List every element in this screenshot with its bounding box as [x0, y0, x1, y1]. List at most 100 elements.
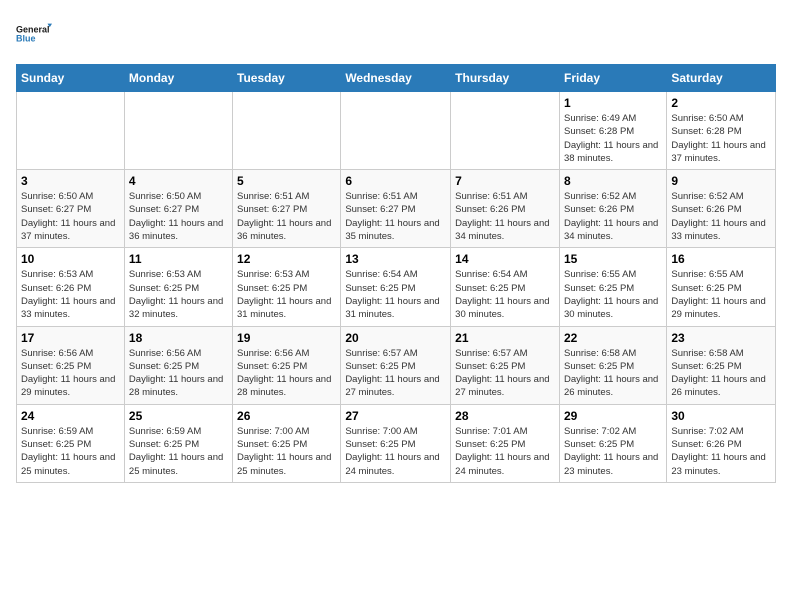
- day-info: Sunrise: 6:57 AM Sunset: 6:25 PM Dayligh…: [455, 347, 555, 400]
- col-header-tuesday: Tuesday: [233, 65, 341, 92]
- day-number: 1: [564, 96, 662, 110]
- col-header-saturday: Saturday: [667, 65, 776, 92]
- day-number: 7: [455, 174, 555, 188]
- day-number: 30: [671, 409, 771, 423]
- day-cell: 18 Sunrise: 6:56 AM Sunset: 6:25 PM Dayli…: [124, 326, 232, 404]
- day-cell: 11 Sunrise: 6:53 AM Sunset: 6:25 PM Dayli…: [124, 248, 232, 326]
- day-cell: 3 Sunrise: 6:50 AM Sunset: 6:27 PM Daylig…: [17, 170, 125, 248]
- day-cell: 14 Sunrise: 6:54 AM Sunset: 6:25 PM Dayli…: [451, 248, 560, 326]
- day-cell: 25 Sunrise: 6:59 AM Sunset: 6:25 PM Dayli…: [124, 404, 232, 482]
- col-header-friday: Friday: [559, 65, 666, 92]
- day-cell: 7 Sunrise: 6:51 AM Sunset: 6:26 PM Daylig…: [451, 170, 560, 248]
- day-cell: 17 Sunrise: 6:56 AM Sunset: 6:25 PM Dayli…: [17, 326, 125, 404]
- day-number: 29: [564, 409, 662, 423]
- day-number: 17: [21, 331, 120, 345]
- day-info: Sunrise: 6:52 AM Sunset: 6:26 PM Dayligh…: [564, 190, 662, 243]
- day-number: 21: [455, 331, 555, 345]
- calendar-table: SundayMondayTuesdayWednesdayThursdayFrid…: [16, 64, 776, 483]
- header-area: General Blue: [16, 16, 776, 52]
- day-number: 24: [21, 409, 120, 423]
- day-info: Sunrise: 6:51 AM Sunset: 6:26 PM Dayligh…: [455, 190, 555, 243]
- day-cell: 10 Sunrise: 6:53 AM Sunset: 6:26 PM Dayli…: [17, 248, 125, 326]
- day-number: 12: [237, 252, 336, 266]
- day-cell: 26 Sunrise: 7:00 AM Sunset: 6:25 PM Dayli…: [233, 404, 341, 482]
- col-header-wednesday: Wednesday: [341, 65, 451, 92]
- day-info: Sunrise: 7:01 AM Sunset: 6:25 PM Dayligh…: [455, 425, 555, 478]
- day-cell: 24 Sunrise: 6:59 AM Sunset: 6:25 PM Dayli…: [17, 404, 125, 482]
- day-cell: 12 Sunrise: 6:53 AM Sunset: 6:25 PM Dayli…: [233, 248, 341, 326]
- week-row-4: 17 Sunrise: 6:56 AM Sunset: 6:25 PM Dayli…: [17, 326, 776, 404]
- day-info: Sunrise: 6:56 AM Sunset: 6:25 PM Dayligh…: [21, 347, 120, 400]
- day-info: Sunrise: 6:56 AM Sunset: 6:25 PM Dayligh…: [129, 347, 228, 400]
- day-number: 3: [21, 174, 120, 188]
- day-cell: 30 Sunrise: 7:02 AM Sunset: 6:26 PM Dayli…: [667, 404, 776, 482]
- day-cell: 20Sunrise: 6:57 AM Sunset: 6:25 PM Dayli…: [341, 326, 451, 404]
- day-info: Sunrise: 6:58 AM Sunset: 6:25 PM Dayligh…: [671, 347, 771, 400]
- day-number: 20: [345, 331, 446, 345]
- day-number: 9: [671, 174, 771, 188]
- day-info: Sunrise: 6:53 AM Sunset: 6:25 PM Dayligh…: [129, 268, 228, 321]
- day-number: 19: [237, 331, 336, 345]
- col-header-sunday: Sunday: [17, 65, 125, 92]
- day-number: 5: [237, 174, 336, 188]
- day-number: 25: [129, 409, 228, 423]
- day-info: Sunrise: 6:53 AM Sunset: 6:25 PM Dayligh…: [237, 268, 336, 321]
- day-info: Sunrise: 6:59 AM Sunset: 6:25 PM Dayligh…: [129, 425, 228, 478]
- day-info: Sunrise: 7:00 AM Sunset: 6:25 PM Dayligh…: [237, 425, 336, 478]
- day-info: Sunrise: 6:50 AM Sunset: 6:27 PM Dayligh…: [21, 190, 120, 243]
- day-cell: 29 Sunrise: 7:02 AM Sunset: 6:25 PM Dayli…: [559, 404, 666, 482]
- day-number: 11: [129, 252, 228, 266]
- day-cell: 2Sunrise: 6:50 AM Sunset: 6:28 PM Daylig…: [667, 92, 776, 170]
- col-header-monday: Monday: [124, 65, 232, 92]
- day-cell: 27Sunrise: 7:00 AM Sunset: 6:25 PM Dayli…: [341, 404, 451, 482]
- day-cell: 21 Sunrise: 6:57 AM Sunset: 6:25 PM Dayli…: [451, 326, 560, 404]
- day-info: Sunrise: 6:55 AM Sunset: 6:25 PM Dayligh…: [564, 268, 662, 321]
- day-cell: 6Sunrise: 6:51 AM Sunset: 6:27 PM Daylig…: [341, 170, 451, 248]
- day-number: 18: [129, 331, 228, 345]
- day-cell: 23Sunrise: 6:58 AM Sunset: 6:25 PM Dayli…: [667, 326, 776, 404]
- week-row-1: 1 Sunrise: 6:49 AM Sunset: 6:28 PM Daylig…: [17, 92, 776, 170]
- day-cell: [17, 92, 125, 170]
- week-row-2: 3 Sunrise: 6:50 AM Sunset: 6:27 PM Daylig…: [17, 170, 776, 248]
- day-info: Sunrise: 6:59 AM Sunset: 6:25 PM Dayligh…: [21, 425, 120, 478]
- week-row-3: 10 Sunrise: 6:53 AM Sunset: 6:26 PM Dayli…: [17, 248, 776, 326]
- logo: General Blue: [16, 16, 52, 52]
- svg-text:Blue: Blue: [16, 34, 36, 44]
- day-cell: 22Sunrise: 6:58 AM Sunset: 6:25 PM Dayli…: [559, 326, 666, 404]
- day-number: 27: [345, 409, 446, 423]
- day-info: Sunrise: 6:50 AM Sunset: 6:27 PM Dayligh…: [129, 190, 228, 243]
- day-number: 14: [455, 252, 555, 266]
- day-cell: 5Sunrise: 6:51 AM Sunset: 6:27 PM Daylig…: [233, 170, 341, 248]
- day-cell: [341, 92, 451, 170]
- day-number: 28: [455, 409, 555, 423]
- week-row-5: 24 Sunrise: 6:59 AM Sunset: 6:25 PM Dayli…: [17, 404, 776, 482]
- day-cell: 8 Sunrise: 6:52 AM Sunset: 6:26 PM Daylig…: [559, 170, 666, 248]
- day-number: 16: [671, 252, 771, 266]
- day-info: Sunrise: 6:50 AM Sunset: 6:28 PM Dayligh…: [671, 112, 771, 165]
- header-row: SundayMondayTuesdayWednesdayThursdayFrid…: [17, 65, 776, 92]
- day-info: Sunrise: 6:54 AM Sunset: 6:25 PM Dayligh…: [455, 268, 555, 321]
- day-info: Sunrise: 6:53 AM Sunset: 6:26 PM Dayligh…: [21, 268, 120, 321]
- day-number: 10: [21, 252, 120, 266]
- col-header-thursday: Thursday: [451, 65, 560, 92]
- day-info: Sunrise: 6:54 AM Sunset: 6:25 PM Dayligh…: [345, 268, 446, 321]
- day-info: Sunrise: 6:55 AM Sunset: 6:25 PM Dayligh…: [671, 268, 771, 321]
- day-cell: 28 Sunrise: 7:01 AM Sunset: 6:25 PM Dayli…: [451, 404, 560, 482]
- day-number: 22: [564, 331, 662, 345]
- day-number: 4: [129, 174, 228, 188]
- day-number: 8: [564, 174, 662, 188]
- day-number: 26: [237, 409, 336, 423]
- day-info: Sunrise: 7:02 AM Sunset: 6:26 PM Dayligh…: [671, 425, 771, 478]
- day-cell: 16 Sunrise: 6:55 AM Sunset: 6:25 PM Dayli…: [667, 248, 776, 326]
- day-info: Sunrise: 6:49 AM Sunset: 6:28 PM Dayligh…: [564, 112, 662, 165]
- svg-text:General: General: [16, 25, 50, 35]
- day-cell: [233, 92, 341, 170]
- day-number: 15: [564, 252, 662, 266]
- day-info: Sunrise: 6:56 AM Sunset: 6:25 PM Dayligh…: [237, 347, 336, 400]
- day-info: Sunrise: 7:02 AM Sunset: 6:25 PM Dayligh…: [564, 425, 662, 478]
- day-info: Sunrise: 6:52 AM Sunset: 6:26 PM Dayligh…: [671, 190, 771, 243]
- day-cell: [451, 92, 560, 170]
- day-cell: 15 Sunrise: 6:55 AM Sunset: 6:25 PM Dayli…: [559, 248, 666, 326]
- logo-svg: General Blue: [16, 16, 52, 52]
- day-cell: [124, 92, 232, 170]
